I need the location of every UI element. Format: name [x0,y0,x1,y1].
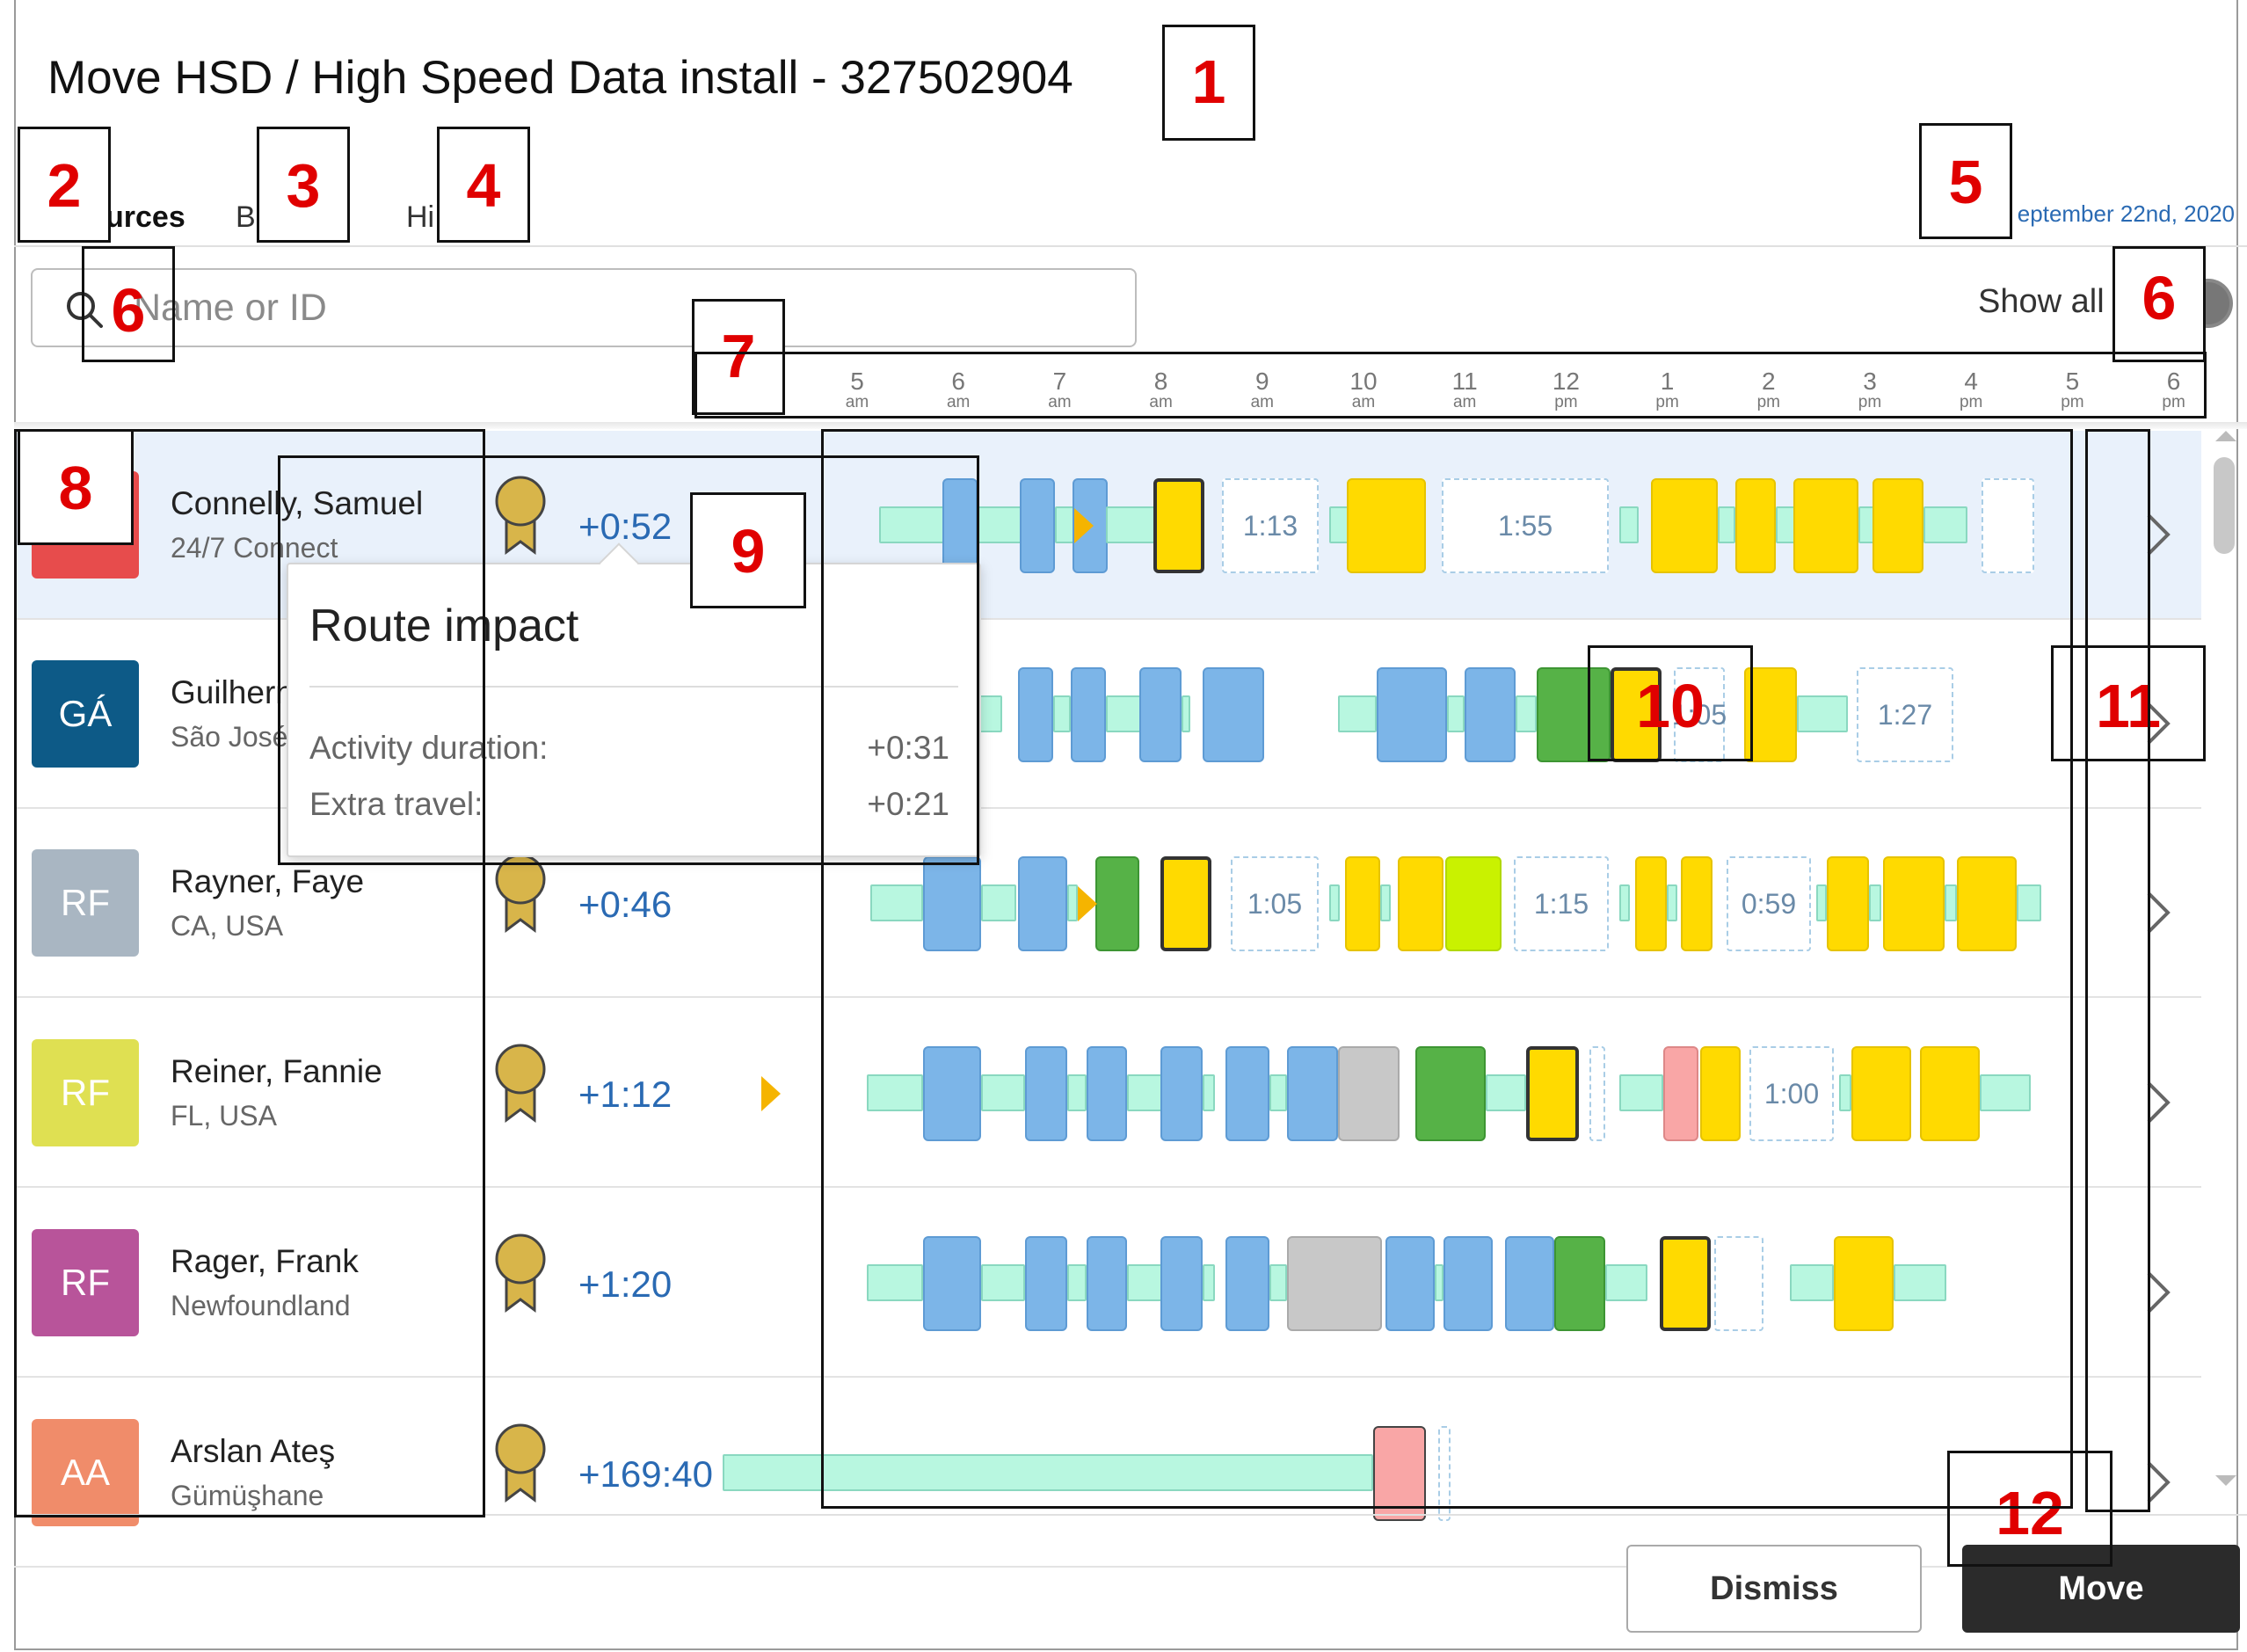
award-badge-icon [495,1044,546,1123]
route-impact-value[interactable]: +1:20 [578,1263,672,1306]
tab-hi[interactable]: Hi [406,200,434,235]
tab-resources[interactable]: urces [105,200,185,235]
callout-region [821,429,2073,1509]
route-impact-value[interactable]: +0:46 [578,884,672,926]
callout-region [694,352,2207,418]
current-time-marker [761,1076,781,1111]
search-input[interactable] [134,280,1101,335]
callout-number: 2 [47,151,82,220]
award-badge-icon [495,1423,546,1503]
scrollbar-thumb[interactable] [2214,457,2235,554]
show-all-label: Show all [1978,283,2105,320]
date-link[interactable]: eptember 22nd, 2020 [2018,200,2235,228]
search-box[interactable] [31,268,1137,347]
callout-region [2085,429,2150,1512]
axis-divider [14,422,2247,429]
callout-number: 5 [1948,148,1983,216]
callout-number: 6 [111,276,146,345]
callout-number: 4 [466,151,501,220]
callout-number: 1 [1191,47,1226,116]
award-badge-icon [495,1234,546,1313]
callout-number: 6 [2142,264,2177,332]
tab-b[interactable]: B [236,200,256,235]
scroll-down-arrow[interactable] [2215,1475,2236,1486]
dismiss-button[interactable]: Dismiss [1626,1545,1922,1633]
dialog-title: Move HSD / High Speed Data install - 327… [47,52,1073,104]
scroll-up-arrow[interactable] [2215,431,2236,441]
route-impact-value[interactable]: +169:40 [578,1453,713,1496]
route-impact-value[interactable]: +1:12 [578,1073,672,1116]
tab-divider [14,245,2247,247]
callout-number: 3 [286,151,321,220]
